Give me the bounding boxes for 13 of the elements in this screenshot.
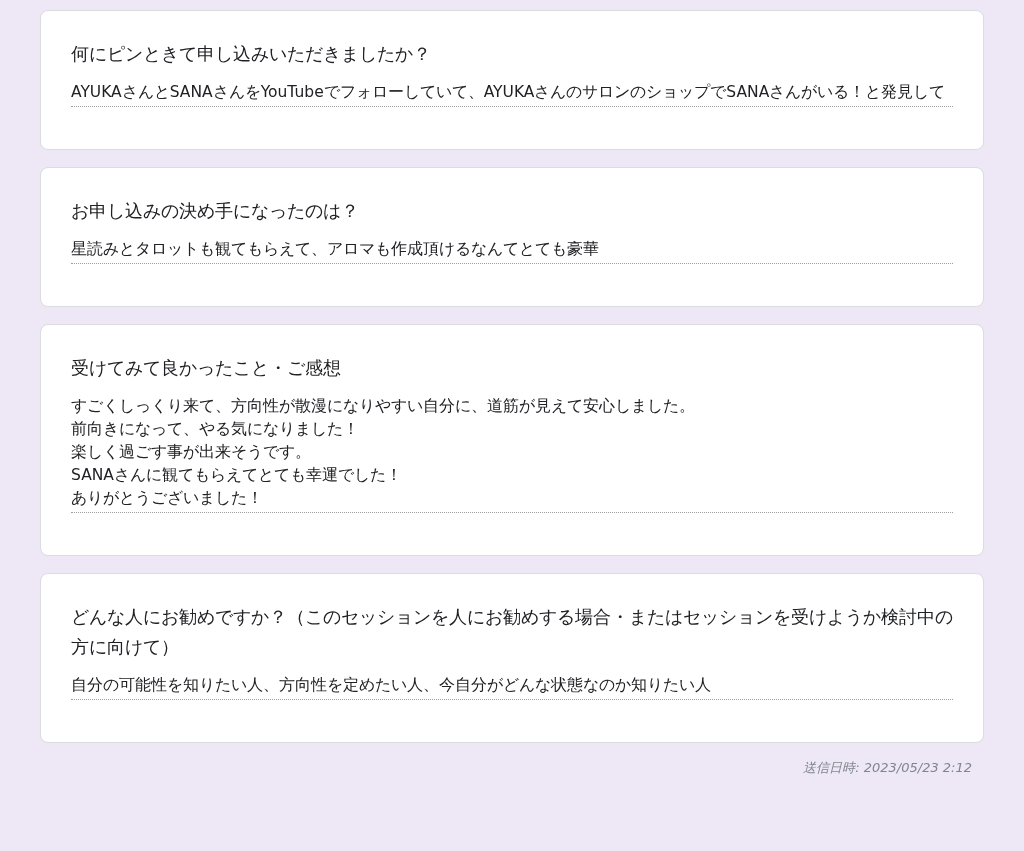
question-title: 受けてみて良かったこと・ご感想 [71, 356, 342, 380]
submitted-timestamp: 送信日時: 2023/05/23 2:12 [803, 759, 972, 777]
question-title: どんな人にお勧めですか？（このセッションを人にお勧めする場合・またはセッションを受けようか検討中の方に向けて） [71, 605, 953, 659]
answer-text: すごくしっくり来て、方向性が散漫になりやすい自分に、道筋が見えて安心しました。 [71, 396, 695, 417]
question-title: お申し込みの決め手になったのは？ [71, 199, 360, 223]
question-title: 何にピンときて申し込みいただきましたか？ [71, 42, 432, 66]
answer-text: AYUKAさんとSANAさんをYouTubeでフォローしていて、AYUKAさんのサロンのショップでSANAさんがいる！と発見して [71, 82, 946, 103]
answer-text: SANAさんに観てもらえてとても幸運でした！ [71, 465, 402, 486]
answer-text: 星読みとタロットも観てもらえて、アロマも作成頂けるなんてとても豪華 [71, 239, 599, 260]
answer-text: 自分の可能性を知りたい人、方向性を定めたい人、今自分がどんな状態なのか知りたい人 [71, 675, 711, 696]
answer-text: ありがとうございました！ [71, 488, 263, 509]
answer-text: 楽しく過ごす事が出来そうです。 [71, 442, 311, 463]
answer-text: 前向きになって、やる気になりました！ [71, 419, 359, 440]
